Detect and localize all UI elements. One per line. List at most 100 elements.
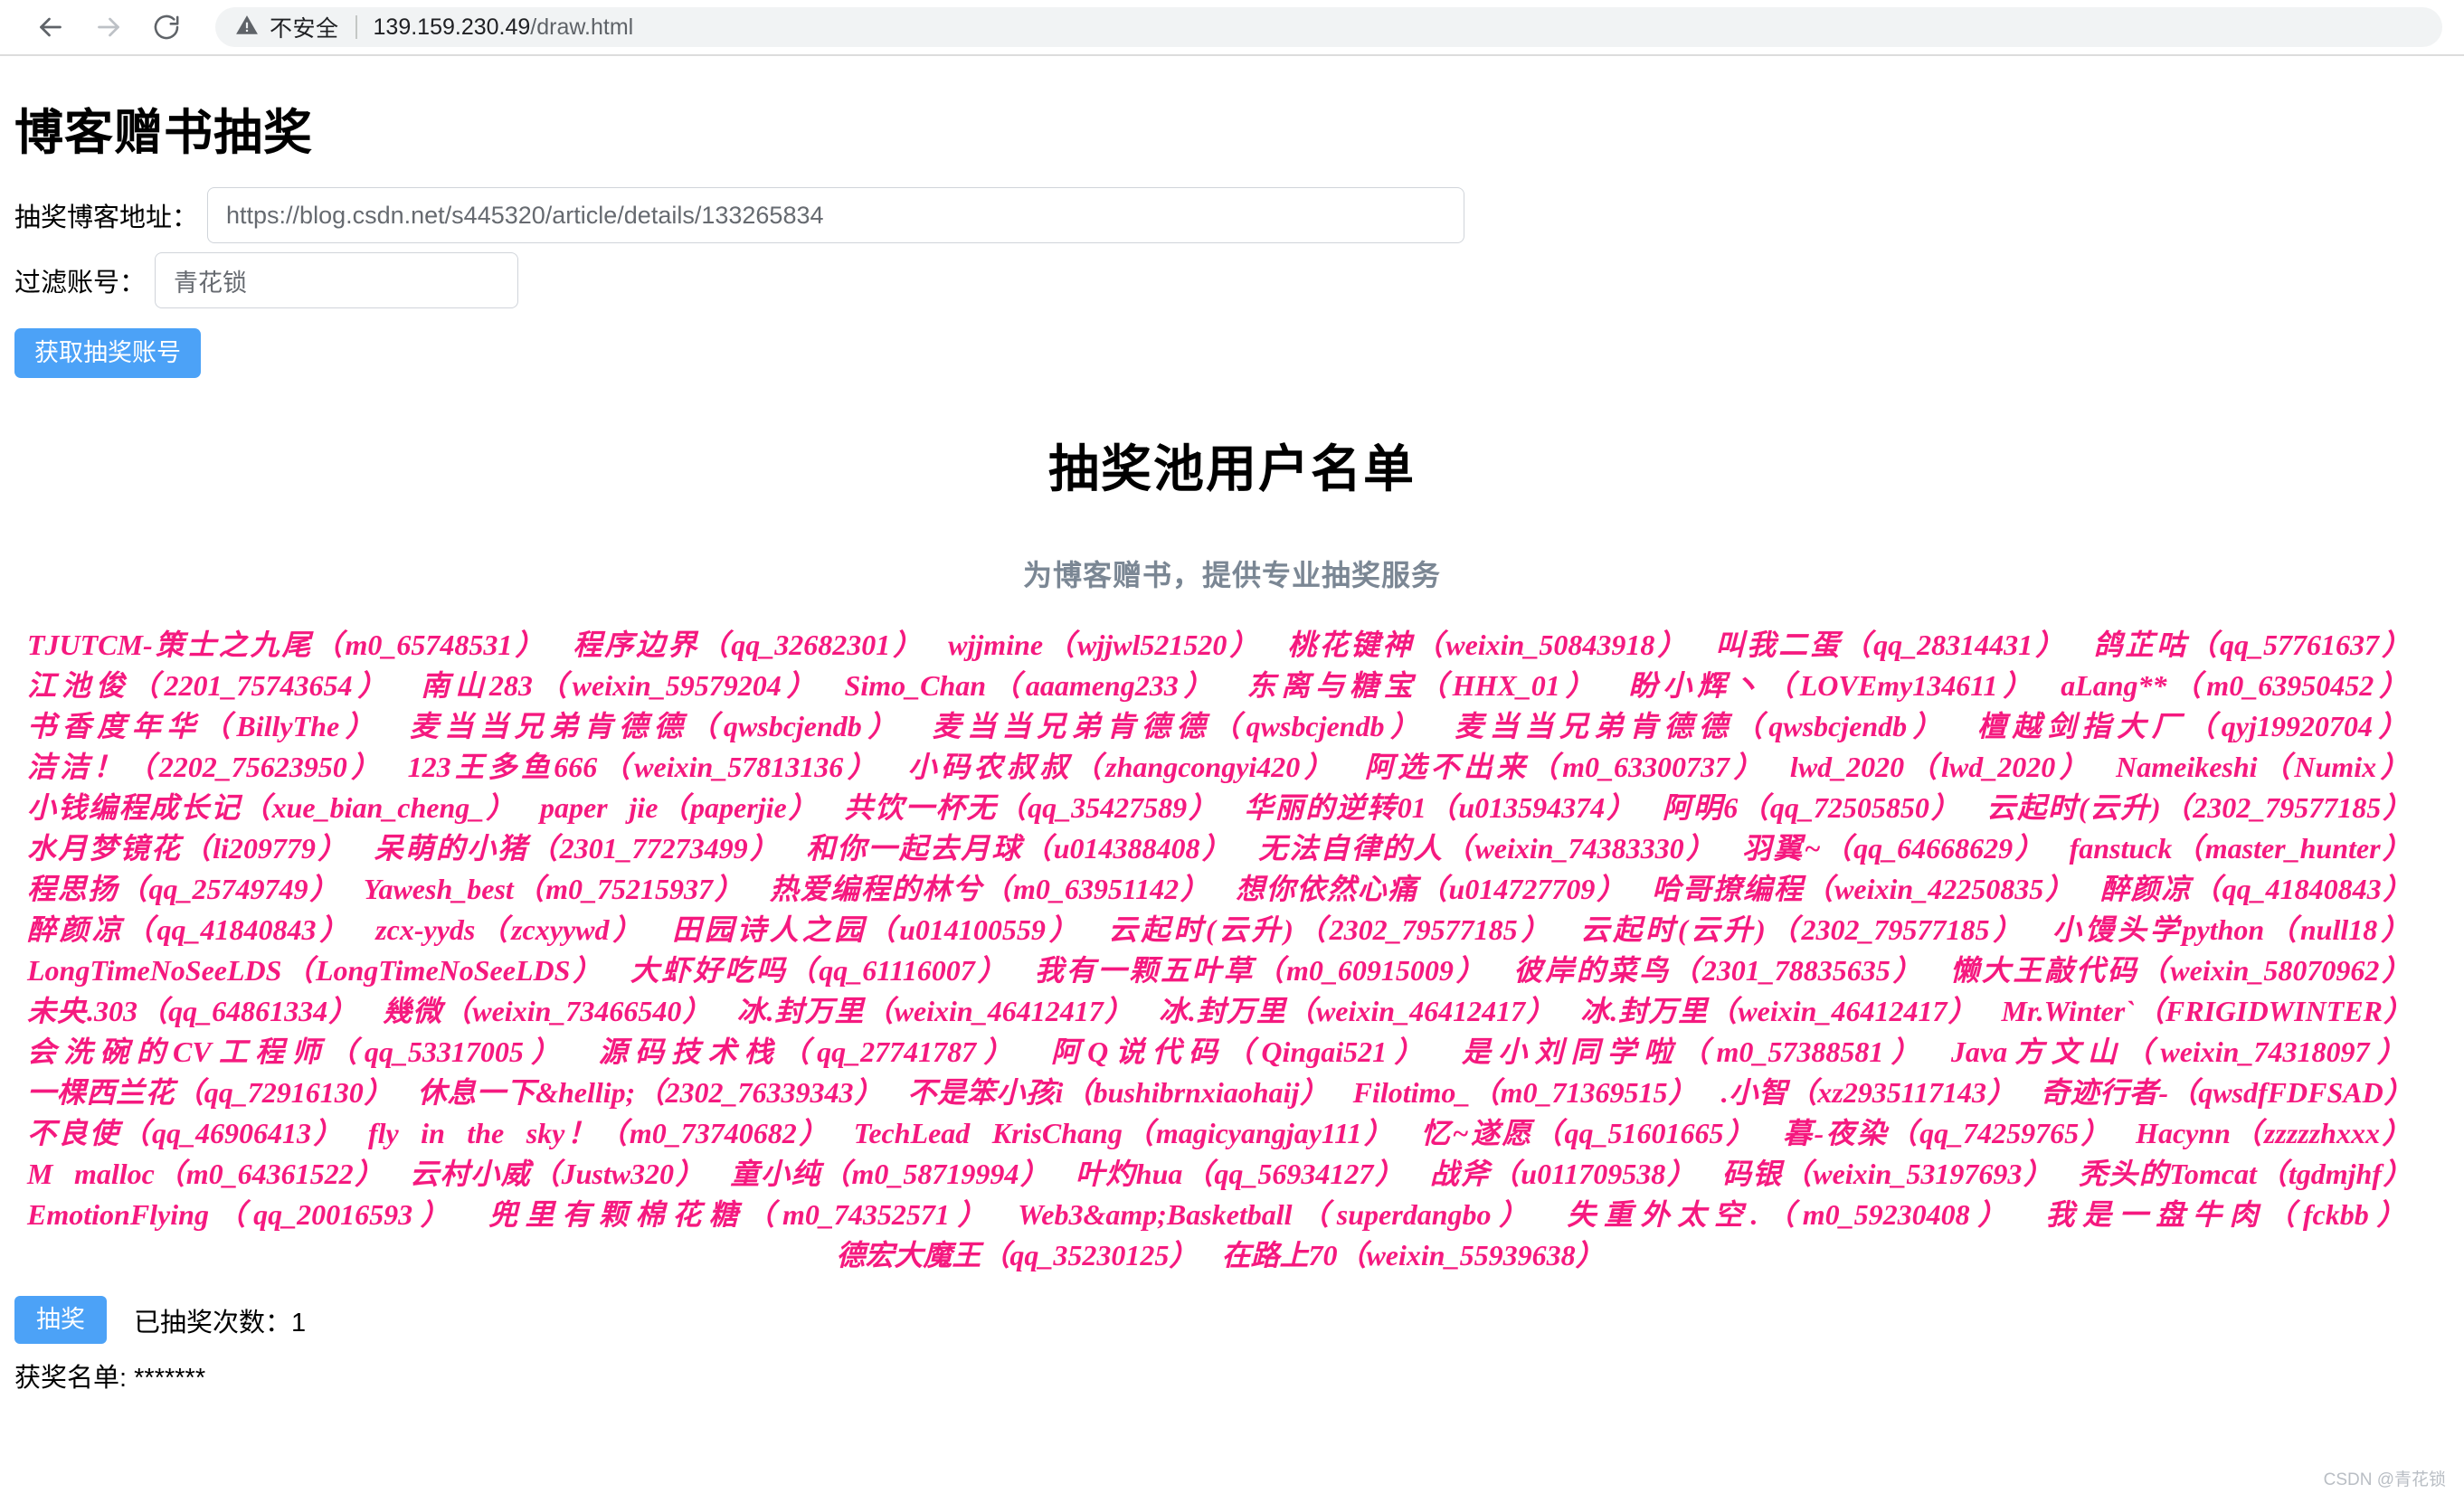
user-entry-gap bbox=[2092, 747, 2116, 788]
user-entry: 桃花键神（weixin_50843918） bbox=[1284, 629, 1690, 661]
back-button[interactable] bbox=[22, 0, 80, 55]
user-entry-gap bbox=[345, 1113, 368, 1154]
user-entry: 醉颜凉（qq_41840843） bbox=[27, 913, 353, 946]
draw-controls-row: 抽奖 已抽奖次数：1 bbox=[14, 1296, 2450, 1344]
draw-count-label: 已抽奖次数： bbox=[134, 1308, 292, 1338]
user-entry: TechLead KrisChang（magicyangjay111） bbox=[853, 1117, 1396, 1149]
page-content: 博客赠书抽奖 抽奖博客地址： 过滤账号： 获取抽奖账号 抽奖池用户名单 为博客赠… bbox=[0, 92, 2464, 1394]
user-entry: fanstuck（master_hunter） bbox=[2069, 832, 2413, 865]
filter-account-row: 过滤账号： bbox=[14, 252, 2450, 308]
user-entry: 阿选不出来（m0_63300737） bbox=[1360, 751, 1767, 783]
user-entry: 田园诗人之园（u014100559） bbox=[668, 913, 1082, 946]
user-entry: 德宏大魔王（qq_35230125） bbox=[836, 1239, 1199, 1271]
user-entry-gap bbox=[1600, 666, 1624, 706]
user-entry-gap bbox=[1487, 950, 1511, 991]
user-entry: 奇迹行者-（qwsdfFDFSAD） bbox=[2040, 1076, 2413, 1109]
user-entry: 程序边界（qq_32682301） bbox=[570, 629, 925, 661]
user-entry-gap bbox=[1978, 991, 2002, 1032]
user-entry: 休息一下&hellip;（2302_76339343） bbox=[416, 1076, 884, 1109]
user-entry: 叫我二蛋（qq_28314431） bbox=[1712, 629, 2068, 661]
omnibox-divider bbox=[355, 15, 357, 39]
user-entry: 是小刘同学啦（m0_57388581） bbox=[1454, 1035, 1928, 1068]
user-entry-gap bbox=[1233, 828, 1256, 869]
address-bar[interactable]: 不安全 139.159.230.49/draw.html bbox=[215, 7, 2442, 47]
user-entry-gap bbox=[1395, 1113, 1418, 1154]
forward-button[interactable] bbox=[80, 0, 137, 55]
user-entry: 云起时(云升)（2302_79577185） bbox=[1577, 913, 2026, 946]
user-entry: 秃头的Tomcat（tgdmjhf） bbox=[2077, 1158, 2413, 1190]
user-entry: 叶灼hua（qq_56934127） bbox=[1074, 1158, 1406, 1190]
user-entry: 云村小威（Justw320） bbox=[408, 1158, 706, 1190]
page-wrapper: 博客赠书抽奖 抽奖博客地址： 过滤账号： 获取抽奖账号 抽奖池用户名单 为博客赠… bbox=[0, 92, 2464, 1503]
user-entry: 小码农叔叔（zhangcongyi420） bbox=[904, 751, 1338, 783]
user-entry: 在路上70（weixin_55939638） bbox=[1221, 1239, 1605, 1271]
reload-button[interactable] bbox=[137, 0, 195, 55]
user-entry: aLang**（m0_63950452） bbox=[2061, 669, 2413, 702]
user-entry: 阿明6（qq_72505850） bbox=[1660, 791, 1962, 824]
user-entry-gap bbox=[2025, 910, 2049, 950]
user-entry: Hacynn（zzzzzhxxx） bbox=[2136, 1117, 2413, 1149]
url-text: 139.159.230.49/draw.html bbox=[374, 14, 634, 41]
user-entry-gap bbox=[1218, 666, 1241, 706]
user-entry: 热爱编程的林兮（m0_63951142） bbox=[768, 873, 1211, 905]
user-entry: 云起时(云升)（2302_79577185） bbox=[1985, 791, 2413, 824]
user-entry-gap bbox=[358, 991, 382, 1032]
user-entry: 麦当当兄弟肯德德（qwsbcjendb） bbox=[1448, 710, 1948, 742]
warning-triangle-icon bbox=[235, 14, 259, 42]
user-entry: 我是一盘牛肉（fckbb） bbox=[2037, 1198, 2413, 1231]
user-entry-gap bbox=[744, 869, 768, 910]
user-entry: 水月梦镜花（li209779） bbox=[27, 832, 349, 865]
user-entry: 码银（weixin_53197693） bbox=[1720, 1158, 2054, 1190]
filter-account-input[interactable] bbox=[155, 252, 519, 308]
user-entry-gap bbox=[393, 1073, 417, 1113]
user-entry-gap bbox=[821, 666, 845, 706]
user-entry: 阿Q说代码（Qingai521） bbox=[1043, 1035, 1431, 1068]
user-entry: 大虾好吃吗（qq_61116007） bbox=[627, 954, 1009, 987]
user-entry: LongTimeNoSeeLDS（LongTimeNoSeeLDS） bbox=[27, 954, 604, 987]
user-entry-gap bbox=[2413, 1113, 2437, 1154]
fetch-accounts-button[interactable]: 获取抽奖账号 bbox=[14, 328, 201, 378]
user-entry: 江池俊（2201_75743654） bbox=[27, 669, 393, 702]
user-entry-gap bbox=[903, 706, 926, 747]
user-entry-gap bbox=[2053, 1154, 2077, 1195]
user-entry: Web3&amp;Basketball（superdangbo） bbox=[1018, 1198, 1536, 1231]
user-entry: 懒大王敲代码（weixin_58070962） bbox=[1948, 954, 2413, 987]
user-pool-list: TJUTCM-策士之九尾（m0_65748531） 程序边界（qq_326823… bbox=[14, 625, 2450, 1276]
user-entry-gap bbox=[884, 1073, 907, 1113]
user-entry-gap bbox=[1697, 1154, 1720, 1195]
user-entry-gap bbox=[1605, 1235, 1628, 1276]
user-entry: 醉颜凉（qq_41840843） bbox=[2099, 873, 2413, 905]
user-entry: paper jie（paperjie） bbox=[539, 791, 820, 824]
user-entry: 麦当当兄弟肯德德（qwsbcjendb） bbox=[925, 710, 1426, 742]
user-entry-gap bbox=[2046, 828, 2070, 869]
user-entry: M malloc（m0_64361522） bbox=[27, 1158, 385, 1190]
browser-toolbar: 不安全 139.159.230.49/draw.html bbox=[0, 0, 2464, 56]
user-entry: Mr.Winter`（FRIGIDWINTER） bbox=[2001, 995, 2413, 1027]
user-entry-gap bbox=[819, 788, 842, 828]
user-entry-gap bbox=[1009, 950, 1032, 991]
user-entry-gap bbox=[2413, 666, 2437, 706]
user-entry: 书香度年华（BillyThe） bbox=[27, 710, 381, 742]
user-entry: 麦当当兄弟肯德德（qwsbcjendb） bbox=[403, 710, 903, 742]
user-entry: 羽翼~（qq_64668629） bbox=[1739, 832, 2046, 865]
user-entry-gap bbox=[2413, 1154, 2437, 1195]
user-entry-gap bbox=[781, 828, 804, 869]
reload-icon bbox=[151, 12, 182, 43]
blog-url-input[interactable] bbox=[207, 187, 1465, 243]
draw-button[interactable]: 抽奖 bbox=[14, 1296, 107, 1344]
url-host: 139.159.230.49 bbox=[373, 14, 531, 40]
user-entry: 呆萌的小猪（2301_77273499） bbox=[372, 832, 782, 865]
user-entry-gap bbox=[1431, 1032, 1455, 1073]
user-entry-gap bbox=[1757, 1113, 1780, 1154]
user-entry-gap bbox=[1219, 788, 1243, 828]
user-entry: Yawesh_best（m0_75215937） bbox=[363, 873, 745, 905]
user-entry-gap bbox=[2413, 706, 2437, 747]
user-entry: 想你依然心痛（u014727709） bbox=[1234, 873, 1627, 905]
user-entry-gap bbox=[1924, 950, 1948, 991]
user-entry-gap bbox=[2413, 747, 2437, 788]
user-entry-gap bbox=[380, 706, 403, 747]
user-entry: 彼岸的菜鸟（2301_78835635） bbox=[1511, 954, 1925, 987]
user-entry: 暮-夜染（qq_74259765） bbox=[1780, 1117, 2113, 1149]
user-entry-gap bbox=[2016, 1073, 2040, 1113]
forward-arrow-icon bbox=[92, 11, 125, 43]
